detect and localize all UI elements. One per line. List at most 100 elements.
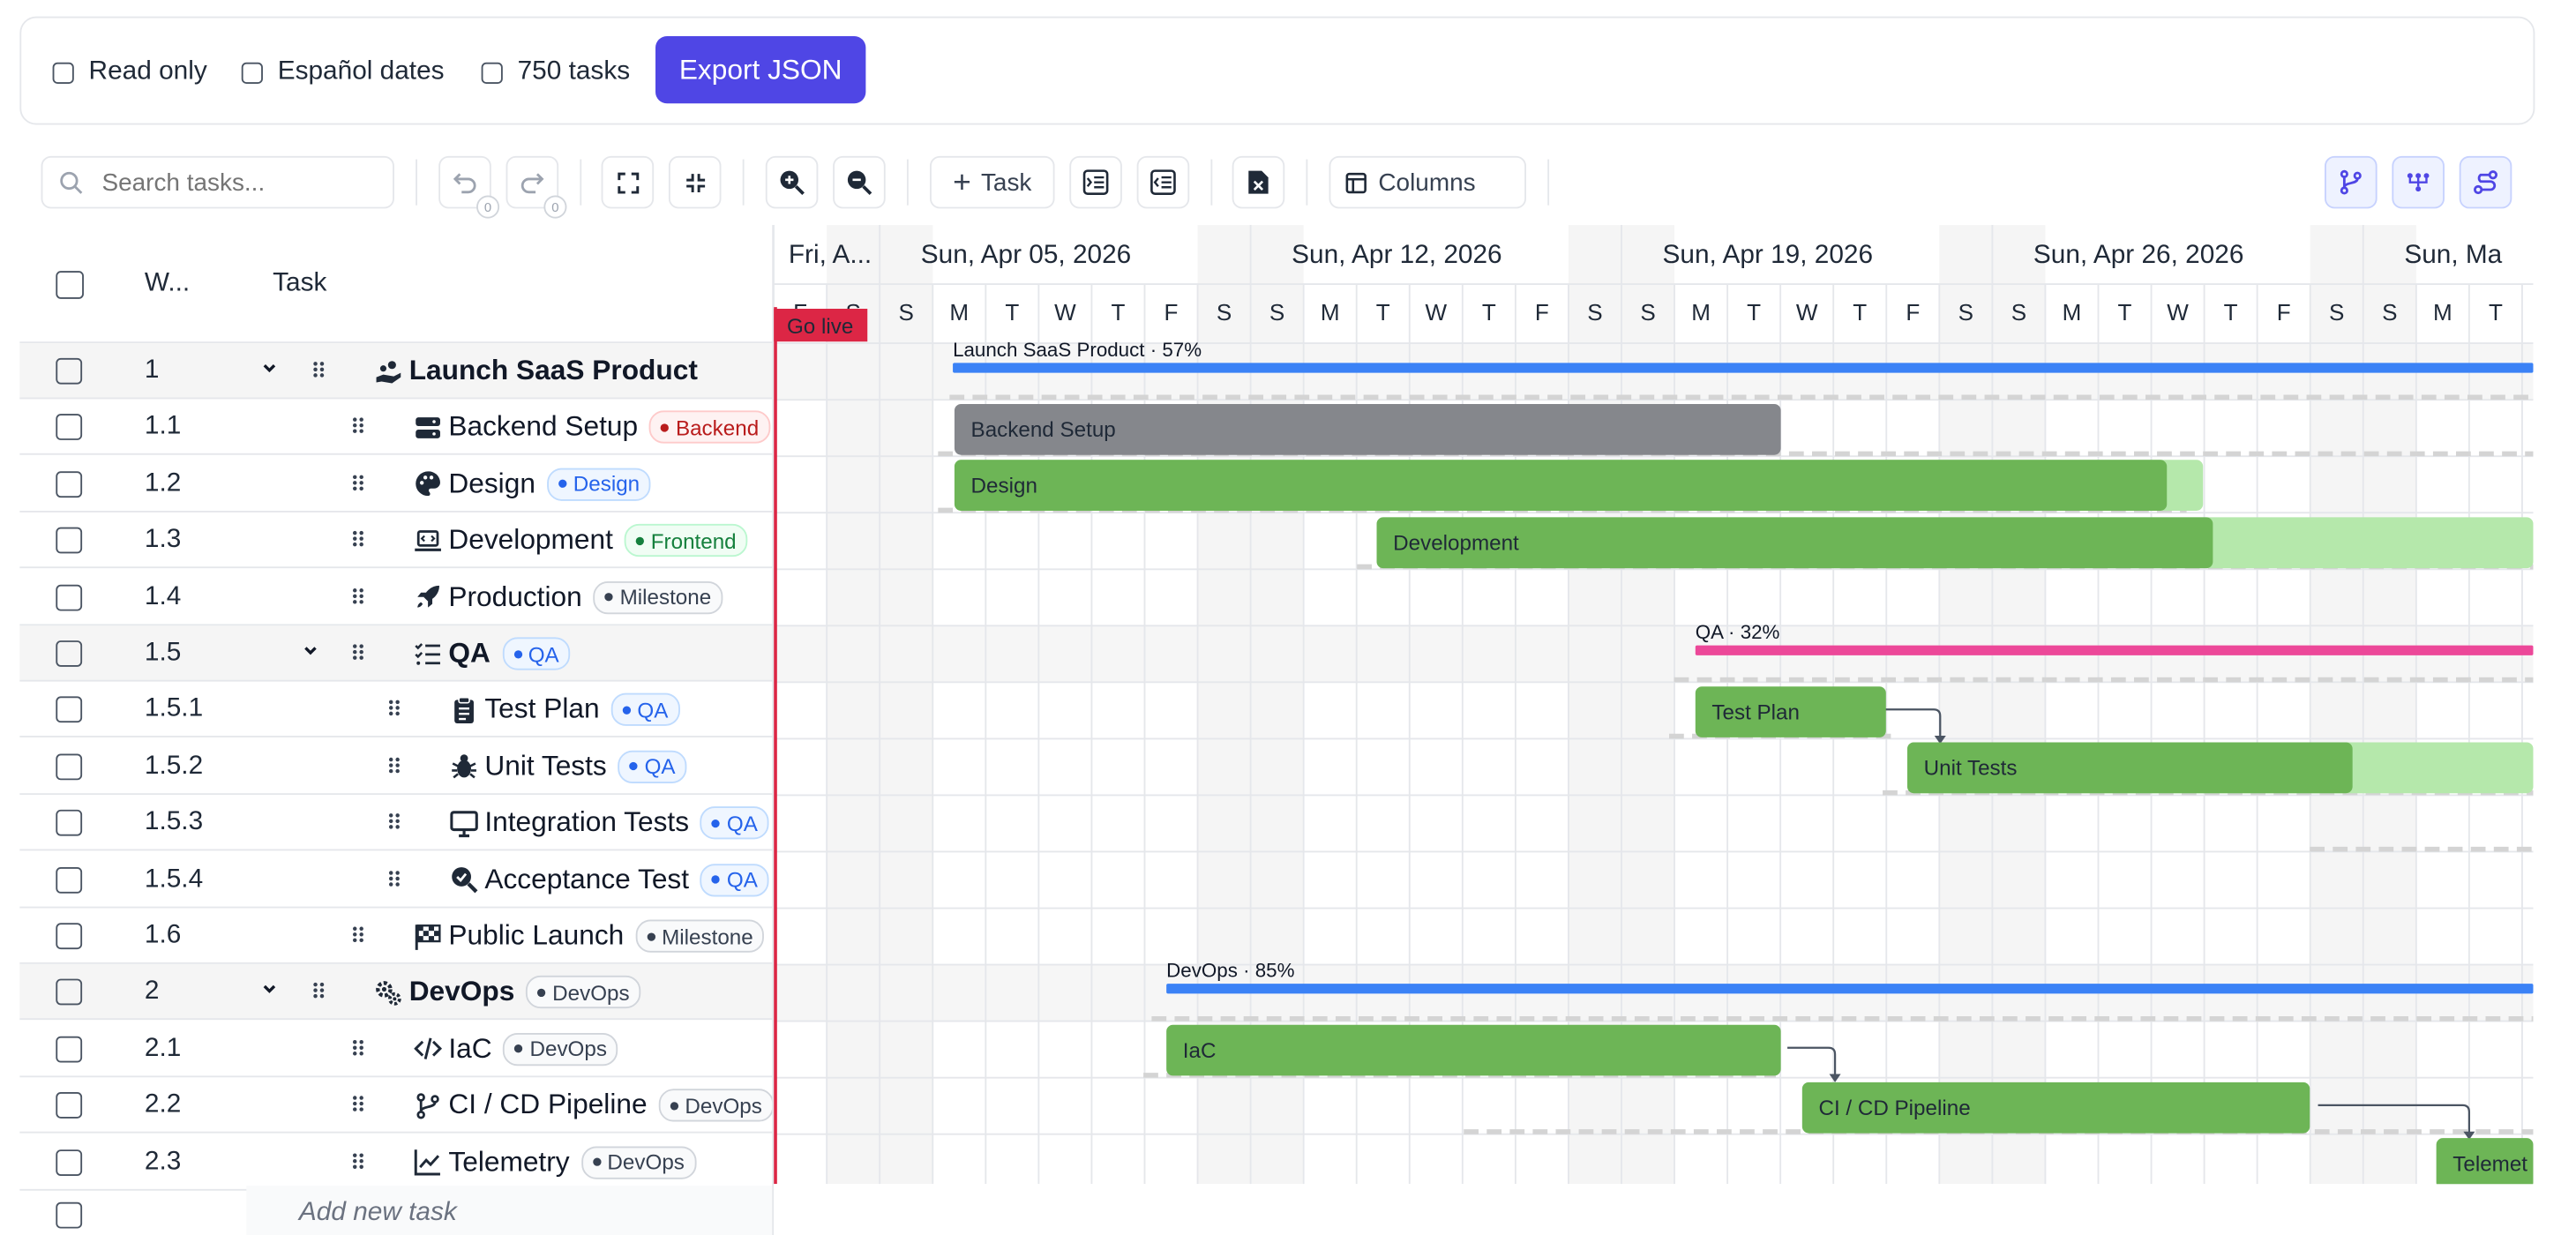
show-links-button[interactable]	[2459, 155, 2512, 209]
chevron-down-icon[interactable]	[261, 977, 278, 1002]
task-name-cell[interactable]: Telemetry DevOps	[414, 1145, 696, 1179]
drag-handle-icon[interactable]	[312, 360, 326, 379]
chevron-down-icon[interactable]	[303, 639, 319, 663]
task-name-cell[interactable]: Public Launch Milestone	[414, 919, 765, 953]
row-checkbox[interactable]	[56, 697, 83, 723]
add-task-button[interactable]: + Task	[930, 155, 1055, 209]
row-checkbox[interactable]	[56, 470, 83, 498]
read-only-toggle[interactable]: Read only	[52, 57, 207, 87]
task-bar[interactable]: Unit Tests	[1907, 743, 2353, 794]
task-row[interactable]: 2.3 Telemetry DevOps	[19, 1134, 775, 1190]
tasks-750-toggle[interactable]: 750 tasks	[481, 57, 630, 87]
task-column-header[interactable]: Task	[273, 269, 326, 299]
task-row[interactable]: 1.5.4 Acceptance Test QA	[19, 851, 775, 908]
indent-button[interactable]	[1069, 155, 1122, 209]
summary-task-row[interactable]: 1 Launch SaaS Product	[19, 343, 775, 400]
task-name-cell[interactable]: Test Plan QA	[450, 693, 680, 727]
spanish-dates-toggle[interactable]: Español dates	[241, 57, 445, 87]
drag-handle-icon[interactable]	[387, 868, 401, 887]
drag-handle-icon[interactable]	[387, 812, 401, 831]
row-checkbox[interactable]	[56, 527, 83, 554]
task-name-cell[interactable]: Design Design	[414, 468, 652, 501]
row-checkbox[interactable]	[56, 1149, 83, 1176]
add-new-task-row[interactable]: Add new task	[19, 1186, 775, 1235]
task-row[interactable]: 1.3 Development Frontend	[19, 513, 775, 569]
task-row[interactable]: 2.1 IaC DevOps	[19, 1022, 775, 1077]
task-bar[interactable]: Development	[1376, 516, 2213, 568]
drag-handle-icon[interactable]	[387, 699, 401, 718]
row-checkbox[interactable]	[56, 979, 83, 1007]
collapse-all-button[interactable]	[668, 155, 722, 209]
row-checkbox[interactable]	[56, 414, 83, 441]
task-bar[interactable]: Test Plan	[1695, 685, 1886, 737]
row-checkbox[interactable]	[56, 810, 83, 836]
export-excel-button[interactable]	[1232, 155, 1285, 209]
summary-bar[interactable]	[953, 363, 2534, 373]
drag-handle-icon[interactable]	[352, 586, 365, 605]
search-input[interactable]	[98, 166, 369, 198]
drag-handle-icon[interactable]	[352, 642, 365, 662]
outdent-button[interactable]	[1136, 155, 1190, 209]
task-name-cell[interactable]: Backend Setup Backend	[414, 411, 771, 445]
task-name-cell[interactable]: Production Milestone	[414, 580, 723, 614]
row-checkbox[interactable]	[56, 584, 83, 610]
row-checkbox[interactable]	[56, 923, 83, 950]
drag-handle-icon[interactable]	[352, 924, 365, 944]
spanish-dates-checkbox[interactable]	[241, 61, 263, 84]
task-bar[interactable]: Telemet	[2436, 1138, 2534, 1185]
critical-path-button[interactable]	[2325, 155, 2378, 209]
row-checkbox[interactable]	[56, 640, 83, 667]
task-name-cell[interactable]: Development Frontend	[414, 524, 748, 558]
drag-handle-icon[interactable]	[352, 1037, 365, 1057]
drag-handle-icon[interactable]	[387, 755, 401, 775]
task-row[interactable]: 1.1 Backend Setup Backend	[19, 400, 775, 456]
drag-handle-icon[interactable]	[312, 981, 326, 1000]
task-name-cell[interactable]: Launch SaaS Product	[375, 355, 698, 387]
row-checkbox[interactable]	[56, 1201, 83, 1229]
summary-bar[interactable]	[1166, 984, 2534, 995]
task-name-cell[interactable]: IaC DevOps	[414, 1032, 619, 1066]
task-row[interactable]: 1.5.1 Test Plan QA	[19, 682, 775, 738]
zoom-in-button[interactable]	[765, 155, 819, 209]
columns-button[interactable]: Columns	[1329, 155, 1526, 209]
task-row[interactable]: 1.5.2 Unit Tests QA	[19, 738, 775, 795]
export-json-button[interactable]: Export JSON	[655, 35, 866, 104]
task-row[interactable]: 1.4 Production Milestone	[19, 569, 775, 625]
search-field[interactable]	[41, 155, 394, 209]
summary-task-row[interactable]: 1.5 QA QA	[19, 625, 775, 682]
task-row[interactable]: 1.6 Public Launch Milestone	[19, 909, 775, 964]
task-name-cell[interactable]: QA QA	[414, 637, 571, 670]
task-row[interactable]: 2.2 CI / CD Pipeline DevOps	[19, 1078, 775, 1134]
task-name-cell[interactable]: Acceptance Test QA	[450, 863, 769, 896]
task-row[interactable]: 1.5.3 Integration Tests QA	[19, 795, 775, 851]
task-bar[interactable]: CI / CD Pipeline	[1801, 1082, 2310, 1133]
row-checkbox[interactable]	[56, 753, 83, 780]
auto-schedule-button[interactable]	[2392, 155, 2445, 209]
tasks-750-checkbox[interactable]	[481, 61, 503, 84]
summary-task-row[interactable]: 2 DevOps DevOps	[19, 964, 775, 1021]
row-checkbox[interactable]	[56, 866, 83, 894]
row-checkbox[interactable]	[56, 357, 83, 385]
chevron-down-icon[interactable]	[261, 356, 278, 381]
row-checkbox[interactable]	[56, 1036, 83, 1063]
wbs-column-header[interactable]: W...	[145, 269, 190, 299]
select-all-checkbox[interactable]	[56, 271, 84, 299]
task-bar[interactable]: Design	[954, 460, 2168, 512]
add-new-task-label[interactable]: Add new task	[299, 1199, 457, 1229]
task-bar[interactable]: Backend Setup	[954, 403, 1781, 455]
task-name-cell[interactable]: DevOps DevOps	[375, 976, 641, 1009]
drag-handle-icon[interactable]	[352, 416, 365, 436]
task-row[interactable]: 1.2 Design Design	[19, 456, 775, 513]
task-bar[interactable]: IaC	[1166, 1025, 1781, 1076]
drag-handle-icon[interactable]	[352, 529, 365, 549]
expand-all-button[interactable]	[601, 155, 655, 209]
gantt-chart[interactable]: Fri, A... Sun, Apr 05, 2026 Sun, Apr 12, 2…	[774, 225, 2534, 1185]
row-checkbox[interactable]	[56, 1092, 83, 1119]
task-name-cell[interactable]: Integration Tests QA	[450, 806, 769, 840]
read-only-checkbox[interactable]	[52, 61, 74, 84]
summary-bar[interactable]	[1695, 645, 2534, 655]
task-name-cell[interactable]: Unit Tests QA	[450, 750, 687, 783]
drag-handle-icon[interactable]	[352, 1094, 365, 1113]
drag-handle-icon[interactable]	[352, 473, 365, 492]
drag-handle-icon[interactable]	[352, 1150, 365, 1170]
